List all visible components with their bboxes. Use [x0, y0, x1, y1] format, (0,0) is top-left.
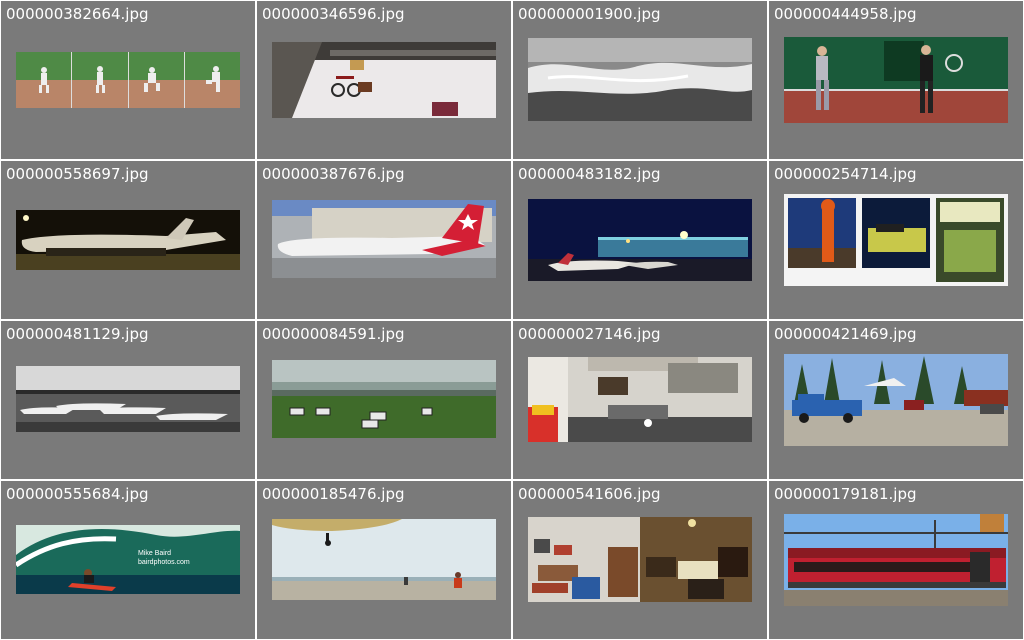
image-thumbnail [528, 357, 752, 442]
image-thumbnail: Mike Baird bairdphotos.com [16, 525, 240, 594]
image-thumbnail [16, 210, 240, 270]
image-tile[interactable]: 000000541606.jpg [513, 481, 767, 639]
file-name: 000000185476.jpg [262, 485, 405, 503]
image-thumbnail [272, 519, 496, 600]
image-tile[interactable]: 000000421469.jpg [769, 321, 1023, 479]
watermark-text: Mike Baird [138, 550, 172, 557]
image-thumbnail [16, 52, 240, 108]
image-tile[interactable]: 000000387676.jpg [257, 161, 511, 319]
file-name: 000000179181.jpg [774, 485, 917, 503]
image-tile[interactable]: 000000346596.jpg [257, 1, 511, 159]
file-name: 000000541606.jpg [518, 485, 661, 503]
image-thumbnail [272, 200, 496, 278]
image-thumbnail [272, 360, 496, 438]
image-thumbnail [784, 37, 1008, 123]
file-name: 000000346596.jpg [262, 5, 405, 23]
file-name: 000000481129.jpg [6, 325, 149, 343]
file-name: 000000483182.jpg [518, 165, 661, 183]
image-tile[interactable]: 000000084591.jpg [257, 321, 511, 479]
image-thumbnail [272, 42, 496, 118]
image-thumbnail [528, 517, 752, 602]
image-grid: 000000382664.jpg 000000346596.jpg 000000… [0, 0, 1024, 640]
image-tile[interactable]: 000000481129.jpg [1, 321, 255, 479]
image-tile[interactable]: 000000254714.jpg [769, 161, 1023, 319]
image-thumbnail [528, 38, 752, 121]
image-tile[interactable]: 000000558697.jpg [1, 161, 255, 319]
image-thumbnail [528, 199, 752, 281]
file-name: 000000558697.jpg [6, 165, 149, 183]
file-name: 000000001900.jpg [518, 5, 661, 23]
image-tile[interactable]: 000000185476.jpg [257, 481, 511, 639]
file-name: 000000027146.jpg [518, 325, 661, 343]
image-tile[interactable]: 000000444958.jpg [769, 1, 1023, 159]
image-tile[interactable]: 000000179181.jpg [769, 481, 1023, 639]
file-name: 000000555684.jpg [6, 485, 149, 503]
file-name: 000000382664.jpg [6, 5, 149, 23]
image-thumbnail [784, 194, 1008, 286]
image-tile[interactable]: 000000483182.jpg [513, 161, 767, 319]
file-name: 000000421469.jpg [774, 325, 917, 343]
file-name: 000000254714.jpg [774, 165, 917, 183]
image-tile[interactable]: 000000027146.jpg [513, 321, 767, 479]
file-name: 000000084591.jpg [262, 325, 405, 343]
watermark-text: bairdphotos.com [138, 559, 190, 566]
image-tile[interactable]: 000000001900.jpg [513, 1, 767, 159]
image-thumbnail [16, 366, 240, 432]
image-thumbnail [784, 514, 1008, 606]
image-tile[interactable]: 000000555684.jpg Mike Baird bairdphotos.… [1, 481, 255, 639]
image-tile[interactable]: 000000382664.jpg [1, 1, 255, 159]
image-thumbnail [784, 354, 1008, 446]
file-name: 000000444958.jpg [774, 5, 917, 23]
file-name: 000000387676.jpg [262, 165, 405, 183]
